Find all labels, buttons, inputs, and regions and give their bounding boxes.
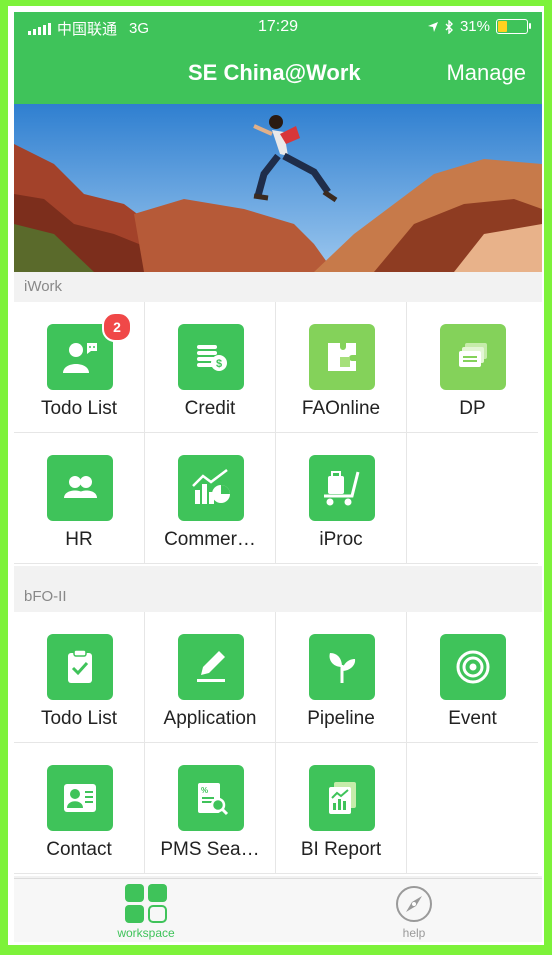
app-event[interactable]: Event <box>407 612 538 743</box>
empty-cell <box>407 743 538 874</box>
app-label: PMS Sea… <box>160 839 260 860</box>
iwork-grid: 2 Todo List $ Credit FAOnline DP HR Comm… <box>14 302 542 566</box>
app-label: FAOnline <box>301 398 381 419</box>
app-credit[interactable]: $ Credit <box>145 302 276 433</box>
app-label: Contact <box>46 839 112 860</box>
todo-count-badge: 2 <box>102 312 132 342</box>
app-label: DP <box>459 398 486 419</box>
stacked-cards-icon <box>440 324 506 390</box>
people-icon <box>47 455 113 521</box>
status-right: 31% <box>427 18 531 35</box>
banner-image[interactable] <box>14 104 542 272</box>
app-bfo-todo-list[interactable]: Todo List <box>14 612 145 743</box>
banner-illustration <box>14 104 542 272</box>
cart-icon <box>309 455 375 521</box>
document-search-icon: % <box>178 765 244 831</box>
app-label: Commer… <box>164 529 256 550</box>
tab-bar: workspace help <box>14 878 542 942</box>
section-label-iwork: iWork <box>14 272 542 302</box>
top-bar: 中国联通 3G 17:29 31% SE China@Work Manage <box>14 12 542 104</box>
app-application[interactable]: Application <box>145 612 276 743</box>
app-iproc[interactable]: iProc <box>276 433 407 564</box>
sprout-icon <box>309 634 375 700</box>
grid-icon <box>125 884 167 923</box>
nav-bar: SE China@Work Manage <box>14 42 542 104</box>
app-label: BI Report <box>300 839 382 860</box>
chart-icon <box>178 455 244 521</box>
svg-text:$: $ <box>216 358 222 370</box>
manage-button[interactable]: Manage <box>446 60 526 86</box>
coins-icon: $ <box>178 324 244 390</box>
report-icon <box>309 765 375 831</box>
puzzle-icon <box>309 324 375 390</box>
app-hr[interactable]: HR <box>14 433 145 564</box>
tab-label: workspace <box>117 926 175 940</box>
app-label: HR <box>65 529 93 550</box>
app-dp[interactable]: DP <box>407 302 538 433</box>
empty-cell <box>407 433 538 564</box>
pen-icon <box>178 634 244 700</box>
app-label: Event <box>448 708 497 729</box>
page-title: SE China@Work <box>188 60 361 85</box>
app-bi-report[interactable]: BI Report <box>276 743 407 874</box>
app-label: iProc <box>319 529 363 550</box>
target-icon <box>440 634 506 700</box>
svg-text:%: % <box>201 786 208 795</box>
phone-screen: 中国联通 3G 17:29 31% SE China@Work Manage i… <box>14 12 542 942</box>
app-faonline[interactable]: FAOnline <box>276 302 407 433</box>
battery-level <box>498 21 508 32</box>
app-todo-list[interactable]: 2 Todo List <box>14 302 145 433</box>
clipboard-check-icon <box>47 634 113 700</box>
app-commercial[interactable]: Commer… <box>145 433 276 564</box>
status-bar: 中国联通 3G 17:29 31% <box>14 12 542 42</box>
bfo-grid: Todo List Application Pipeline Event Con… <box>14 612 542 876</box>
app-pipeline[interactable]: Pipeline <box>276 612 407 743</box>
battery-percent: 31% <box>459 18 490 35</box>
location-arrow-icon <box>427 21 438 32</box>
contact-card-icon <box>47 765 113 831</box>
tab-label: help <box>402 926 426 940</box>
tab-help[interactable]: help <box>354 883 474 941</box>
app-pms-search[interactable]: % PMS Sea… <box>145 743 276 874</box>
tab-workspace[interactable]: workspace <box>86 883 206 941</box>
app-label: Todo List <box>40 398 118 419</box>
app-contact[interactable]: Contact <box>14 743 145 874</box>
app-label: Credit <box>184 398 236 419</box>
app-label: Pipeline <box>307 708 375 729</box>
bluetooth-icon <box>445 19 453 34</box>
compass-icon <box>396 886 432 922</box>
battery-icon <box>496 19 531 34</box>
app-label: Application <box>163 708 257 729</box>
app-label: Todo List <box>40 708 118 729</box>
section-label-bfo: bFO-II <box>14 582 542 612</box>
